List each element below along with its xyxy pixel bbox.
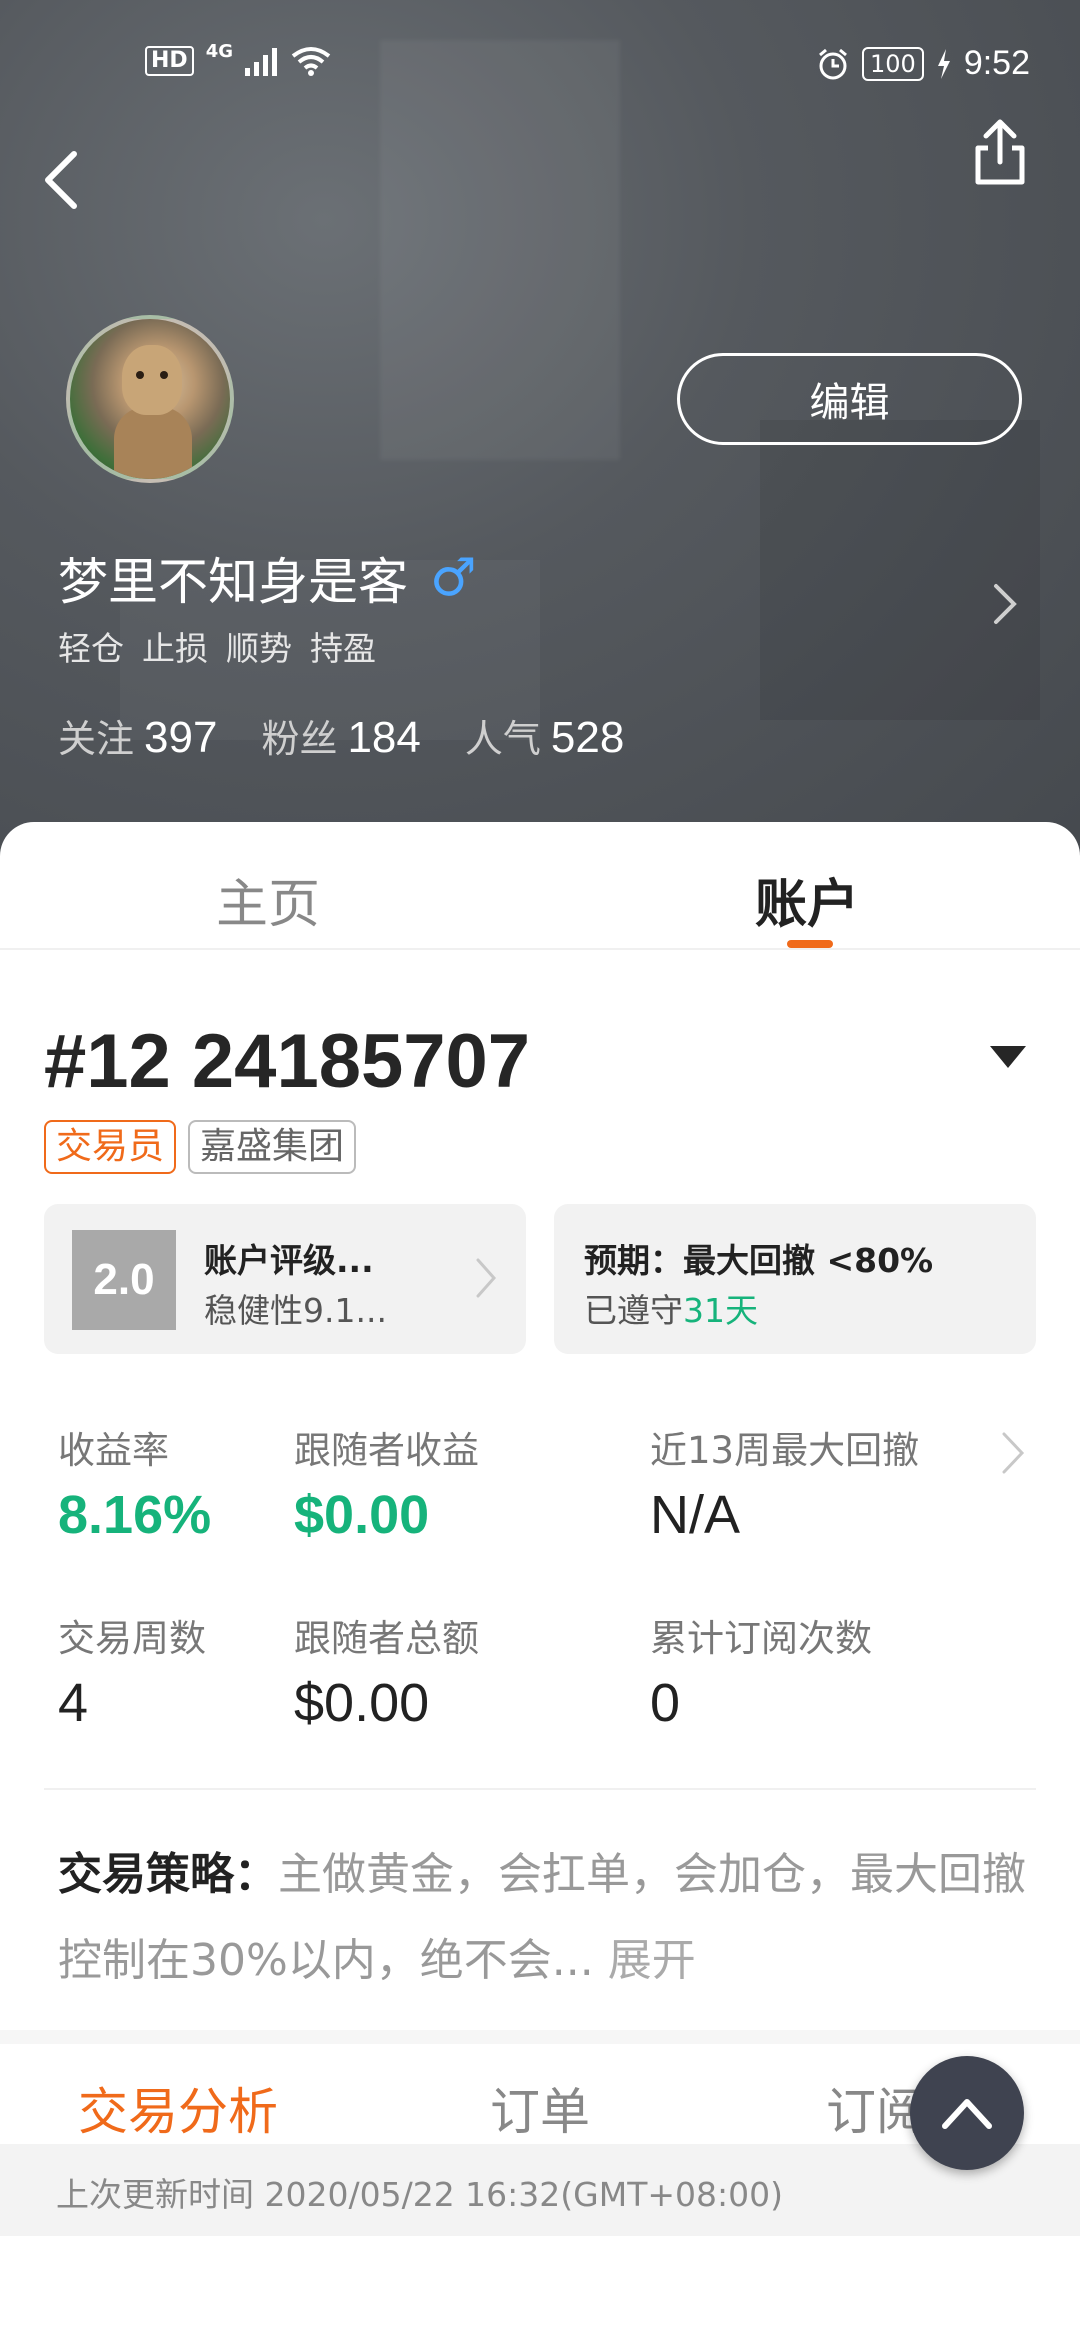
back-button[interactable] — [40, 150, 90, 210]
alarm-icon — [819, 48, 847, 79]
metric-label: 交易周数 — [58, 1617, 206, 1660]
clock: 9:52 — [963, 44, 1030, 82]
expectation-title: 预期：最大回撤 <80% — [584, 1241, 934, 1280]
avatar[interactable] — [66, 315, 234, 483]
main-tabs: 主页 账户 — [0, 822, 1080, 950]
metric-total-subscriptions: 累计订阅次数 0 — [650, 1608, 872, 1734]
metric-label: 跟随者收益 — [294, 1429, 479, 1472]
hd-indicator: HD — [145, 46, 194, 76]
network-type: 4G — [205, 40, 233, 62]
section-separator — [0, 2030, 1080, 2044]
avatar-art — [122, 345, 182, 415]
status-left: HD 4G — [145, 41, 331, 76]
metric-value: $0.00 — [294, 1673, 430, 1733]
stat-value: 397 — [144, 713, 218, 762]
share-button[interactable] — [970, 118, 1030, 188]
chevron-right-icon[interactable] — [992, 582, 1018, 626]
scroll-to-top-button[interactable] — [910, 2056, 1024, 2170]
avatar-art — [114, 407, 192, 479]
expectation-card: 预期：最大回撤 <80% 已遵守31天 — [554, 1204, 1036, 1354]
profile-tag: 持盈 — [310, 629, 376, 668]
avatar-art — [136, 371, 144, 379]
tab-home[interactable]: 主页 — [216, 862, 320, 937]
metric-value: 0 — [650, 1673, 681, 1733]
stat-followers[interactable]: 粉丝 184 — [261, 708, 420, 763]
tab-orders[interactable]: 订单 — [490, 2072, 590, 2144]
strategy-label: 交易策略： — [58, 1849, 278, 1900]
account-number: #12 24185707 — [44, 1019, 531, 1104]
expectation-prefix: 已遵守 — [584, 1291, 683, 1330]
avatar-art — [160, 371, 168, 379]
status-right: 100 9:52 — [816, 44, 1030, 83]
badge-trader: 交易员 — [44, 1120, 177, 1174]
expectation-days: 31天 — [683, 1291, 758, 1330]
divider — [44, 1788, 1036, 1790]
trading-strategy: 交易策略：主做黄金，会扛单，会加仓，最大回撤控制在30%以内，绝不会... 展开 — [58, 1832, 1028, 2004]
status-bar: HD 4G 100 9:52 — [0, 0, 1080, 130]
battery-level: 100 — [862, 46, 924, 81]
back-arrow-icon — [45, 151, 77, 209]
edit-profile-button[interactable]: 编辑 — [677, 353, 1022, 445]
background-texture — [760, 420, 1040, 720]
arrow-up-icon — [942, 2099, 992, 2129]
expectation-subtitle: 已遵守31天 — [584, 1284, 758, 1332]
profile-tag: 轻仓 — [58, 629, 124, 668]
charging-icon — [937, 48, 950, 79]
profile-name-row[interactable]: 梦里不知身是客 ♂ — [58, 542, 477, 614]
stat-value: 528 — [550, 713, 625, 762]
rating-score: 2.0 — [72, 1230, 176, 1330]
metric-follower-total: 跟随者总额 $0.00 — [294, 1608, 479, 1734]
metric-label: 近13周最大回撤 — [650, 1429, 920, 1472]
wifi-icon — [291, 47, 331, 76]
metric-trading-weeks: 交易周数 4 — [58, 1608, 206, 1734]
male-gender-icon: ♂ — [430, 548, 477, 608]
metric-value: 4 — [58, 1673, 89, 1733]
profile-tag: 止损 — [142, 629, 208, 668]
metric-value: $0.00 — [294, 1485, 430, 1545]
badge-company: 嘉盛集团 — [188, 1120, 357, 1174]
username: 梦里不知身是客 — [58, 553, 408, 611]
rating-title: 账户评级... — [204, 1241, 374, 1280]
metric-value: 8.16% — [58, 1485, 212, 1545]
profile-tags: 轻仓 止损 顺势 持盈 — [58, 622, 376, 670]
account-rating-card[interactable]: 2.0 账户评级... 稳健性9.1... — [44, 1204, 526, 1354]
update-info-bar: 上次更新时间 2020/05/22 16:32(GMT+08:00) — [0, 2144, 1080, 2236]
last-updated-text: 上次更新时间 2020/05/22 16:32(GMT+08:00) — [56, 2175, 783, 2214]
dropdown-triangle-icon[interactable] — [988, 1044, 1028, 1070]
metric-label: 跟随者总额 — [294, 1617, 479, 1660]
metric-max-drawdown[interactable]: 近13周最大回撤 N/A — [650, 1420, 919, 1546]
metric-return-rate: 收益率 8.16% — [58, 1420, 211, 1546]
stat-label: 人气 — [464, 717, 541, 761]
share-icon — [975, 119, 1025, 185]
tab-trade-analysis[interactable]: 交易分析 — [78, 2072, 278, 2144]
stat-value: 184 — [347, 713, 421, 762]
metric-follower-profit: 跟随者收益 $0.00 — [294, 1420, 479, 1546]
stat-popularity: 人气 528 — [465, 708, 624, 763]
account-badges: 交易员 嘉盛集团 — [44, 1120, 357, 1174]
stat-following[interactable]: 关注 397 — [58, 708, 217, 763]
profile-header: HD 4G 100 9:52 编辑 梦里不知身是客 ♂ 轻仓 止损 顺势 持盈 … — [0, 0, 1080, 880]
expand-link[interactable]: 展开 — [608, 1935, 696, 1986]
signal-icon — [245, 48, 277, 76]
chevron-right-icon[interactable] — [1000, 1430, 1026, 1476]
tab-account[interactable]: 账户 — [755, 862, 859, 937]
chevron-right-icon — [476, 1258, 497, 1298]
metric-label: 累计订阅次数 — [650, 1617, 872, 1660]
profile-tag: 顺势 — [226, 629, 292, 668]
stat-label: 粉丝 — [261, 717, 338, 761]
tab-active-indicator — [787, 940, 833, 948]
metric-label: 收益率 — [58, 1429, 169, 1472]
profile-stats: 关注 397 粉丝 184 人气 528 — [58, 708, 624, 763]
metric-value: N/A — [650, 1485, 741, 1545]
stat-label: 关注 — [58, 717, 135, 761]
rating-subtitle: 稳健性9.1... — [204, 1291, 387, 1330]
